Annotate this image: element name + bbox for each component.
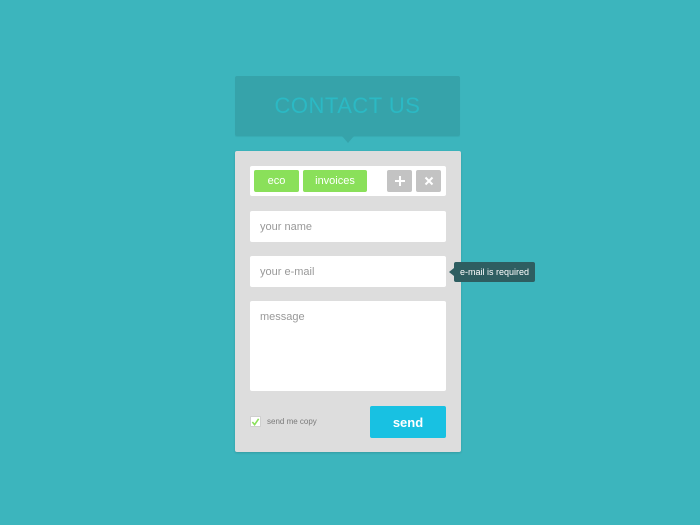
add-tag-button[interactable] (387, 170, 412, 192)
send-copy-label: send me copy (267, 417, 317, 426)
page-title: CONTACT US (274, 93, 421, 118)
tooltip-caret (449, 268, 454, 276)
email-error-tooltip: e-mail is required (449, 262, 535, 282)
contact-header: CONTACT US (235, 76, 460, 136)
tag-eco[interactable]: eco (254, 170, 299, 192)
checkmark-icon (251, 417, 260, 426)
tag-invoices[interactable]: invoices (303, 170, 367, 192)
email-error-text: e-mail is required (459, 267, 530, 277)
remove-tag-button[interactable] (416, 170, 441, 192)
message-input[interactable] (250, 301, 446, 391)
close-icon (424, 176, 433, 186)
name-input[interactable] (250, 211, 446, 242)
tag-bar: eco invoices (250, 166, 446, 196)
contact-form-card: eco invoices send me copy send (235, 151, 461, 452)
send-button[interactable]: send (370, 406, 446, 438)
send-copy-row: send me copy (250, 416, 317, 427)
email-input[interactable] (250, 256, 446, 287)
header-caret (342, 136, 354, 143)
send-copy-checkbox[interactable] (250, 416, 261, 427)
plus-icon (394, 176, 405, 186)
